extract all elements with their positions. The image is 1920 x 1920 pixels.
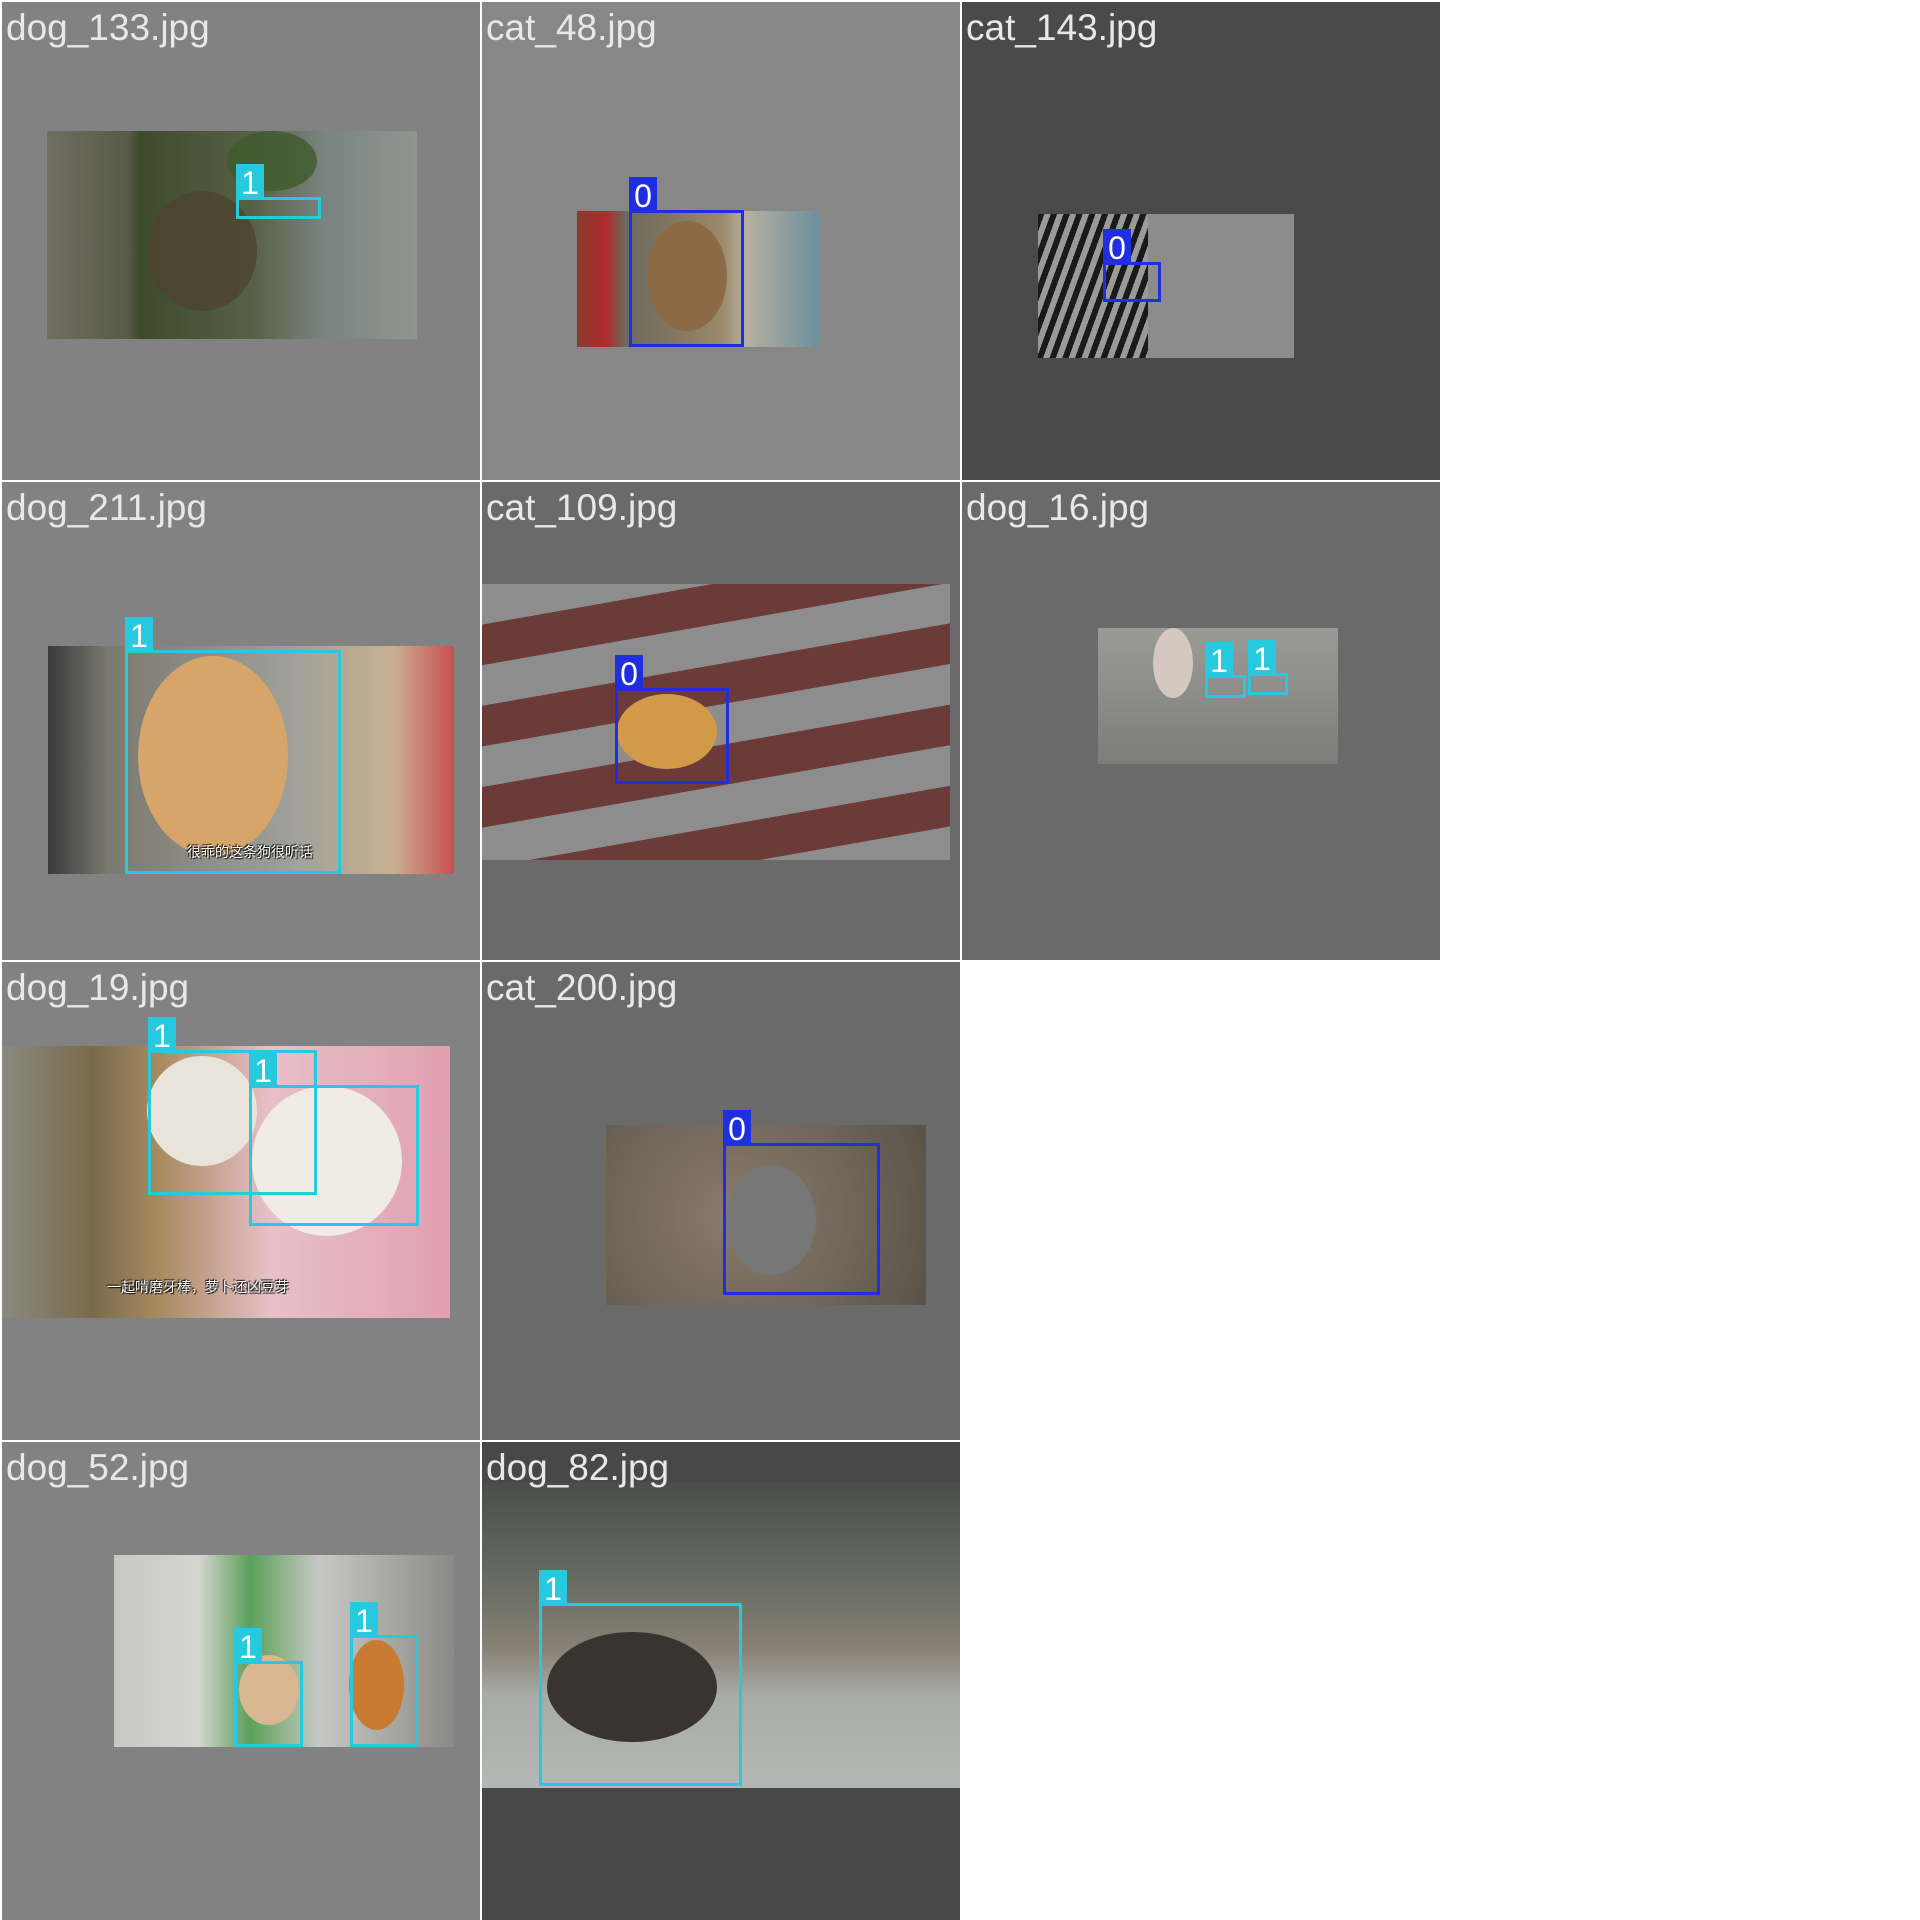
tile-cat-48: cat_48.jpg 0 (482, 2, 960, 480)
tile-title: dog_211.jpg (6, 487, 207, 528)
tile-dog-211: dog_211.jpg 很乖的这条狗很听话 1 (2, 482, 480, 960)
tile-dog-19: dog_19.jpg 一起啃磨牙棒，萝卜还凶豆芽 1 1 (2, 962, 480, 1440)
photo (1038, 214, 1294, 358)
bounding-box: 1 (1205, 642, 1246, 698)
tile-title: cat_109.jpg (486, 487, 678, 528)
tile-title: dog_19.jpg (6, 967, 190, 1008)
class-label: 0 (723, 1110, 751, 1147)
class-label: 0 (629, 177, 657, 214)
photo (47, 131, 417, 339)
class-label: 1 (350, 1602, 378, 1639)
tile-dog-52: dog_52.jpg 1 1 (2, 1442, 480, 1920)
tile-title: cat_200.jpg (486, 967, 678, 1008)
tile-cat-200: cat_200.jpg 0 (482, 962, 960, 1440)
tile-title: dog_52.jpg (6, 1447, 190, 1488)
class-label: 1 (1248, 640, 1276, 677)
tile-dog-82: dog_82.jpg 1 (482, 1442, 960, 1920)
tile-title: dog_16.jpg (966, 487, 1150, 528)
class-label: 1 (1205, 642, 1233, 679)
tile-title: dog_133.jpg (6, 7, 210, 48)
bounding-box: 1 (1248, 640, 1288, 695)
bounding-box: 0 (629, 177, 744, 347)
bounding-box: 0 (1103, 229, 1161, 302)
bounding-box: 1 (350, 1602, 418, 1747)
class-label: 0 (1103, 229, 1131, 266)
class-label: 1 (125, 617, 153, 654)
class-label: 1 (236, 164, 264, 201)
tile-title: cat_48.jpg (486, 7, 657, 48)
tile-cat-143: cat_143.jpg 0 (962, 2, 1440, 480)
bounding-box: 1 (236, 164, 321, 219)
bounding-box: 1 (249, 1052, 419, 1226)
tile-cat-109: cat_109.jpg 0 (482, 482, 960, 960)
class-label: 1 (539, 1570, 567, 1607)
tile-title: cat_143.jpg (966, 7, 1158, 48)
bounding-box: 1 (125, 617, 341, 874)
bounding-box: 1 (539, 1570, 742, 1786)
bounding-box: 0 (723, 1110, 880, 1295)
tile-dog-133: dog_133.jpg 1 (2, 2, 480, 480)
bounding-box: 0 (615, 655, 729, 784)
class-label: 1 (249, 1052, 277, 1089)
class-label: 0 (615, 655, 643, 692)
tile-title: dog_82.jpg (486, 1447, 670, 1488)
video-caption: 一起啃磨牙棒，萝卜还凶豆芽 (107, 1280, 289, 1296)
tile-dog-16: dog_16.jpg 1 1 (962, 482, 1440, 960)
class-label: 1 (234, 1628, 262, 1665)
bounding-box: 1 (234, 1628, 303, 1747)
class-label: 1 (148, 1017, 176, 1054)
